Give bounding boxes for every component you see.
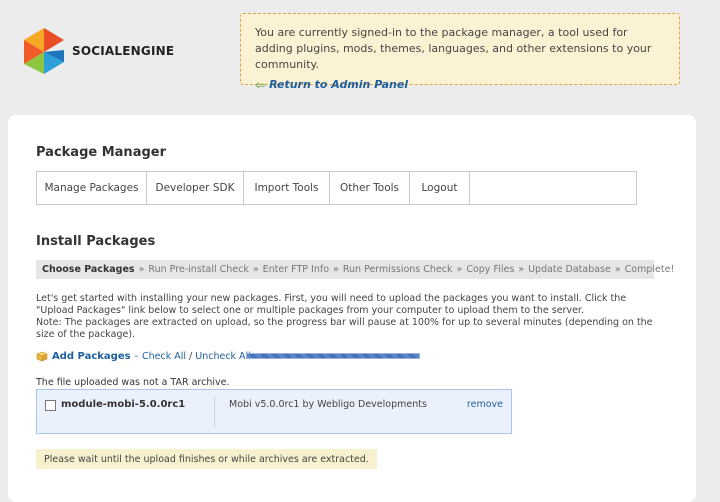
- tab-logout[interactable]: Logout: [410, 172, 470, 204]
- uncheck-all-link[interactable]: Uncheck All: [195, 351, 251, 362]
- package-manager-nav: Manage Packages Developer SDK Import Too…: [36, 171, 637, 205]
- page-title: Package Manager: [36, 145, 166, 160]
- step-choose-packages: Choose Packages: [42, 264, 135, 275]
- package-description: Mobi v5.0.0rc1 by Webligo Developments: [229, 399, 427, 410]
- intro-line-1: Let's get started with installing your n…: [36, 293, 627, 316]
- tab-developer-sdk[interactable]: Developer SDK: [147, 172, 244, 204]
- back-row: ⇦ Return to Admin Panel: [255, 77, 665, 93]
- package-actions: Add Packages - Check All / Uncheck All: [36, 351, 251, 362]
- return-to-admin-link[interactable]: Return to Admin Panel: [269, 77, 408, 93]
- intro-text: Let's get started with installing your n…: [36, 293, 661, 341]
- add-packages-link[interactable]: Add Packages: [52, 351, 131, 362]
- step-enter-ftp-info: Enter FTP Info: [262, 264, 330, 275]
- section-title: Install Packages: [36, 234, 156, 249]
- upload-wait-message: Please wait until the upload finishes or…: [36, 449, 377, 469]
- package-checkbox[interactable]: [45, 400, 56, 411]
- tab-import-tools[interactable]: Import Tools: [244, 172, 330, 204]
- notice-text: You are currently signed-in to the packa…: [255, 26, 652, 71]
- socialengine-logo-icon: [24, 28, 64, 74]
- back-arrow-icon: ⇦: [255, 78, 266, 92]
- intro-line-2: Note: The packages are extracted on uplo…: [36, 317, 653, 340]
- package-name: module-mobi-5.0.0rc1: [61, 399, 186, 410]
- row-divider: [214, 396, 215, 428]
- action-slash: /: [189, 351, 193, 362]
- step-copy-files: Copy Files: [466, 264, 515, 275]
- package-row: module-mobi-5.0.0rc1 Mobi v5.0.0rc1 by W…: [36, 389, 512, 434]
- upload-error-message: The file uploaded was not a TAR archive.: [36, 377, 230, 388]
- upload-progress-bar: [246, 353, 420, 359]
- step-permissions-check: Run Permissions Check: [342, 264, 453, 275]
- step-update-database: Update Database: [528, 264, 611, 275]
- brand-name: SOCIALENGINE: [72, 44, 175, 58]
- upload-progress-fill: [247, 354, 419, 358]
- action-dash: -: [134, 351, 139, 362]
- check-all-link[interactable]: Check All: [142, 351, 186, 362]
- brand-logo: SOCIALENGINE: [22, 26, 174, 76]
- remove-package-link[interactable]: remove: [467, 399, 503, 410]
- step-complete: Complete!: [624, 264, 675, 275]
- tab-manage-packages[interactable]: Manage Packages: [37, 172, 147, 204]
- tab-other-tools[interactable]: Other Tools: [330, 172, 410, 204]
- signed-in-notice: You are currently signed-in to the packa…: [240, 13, 680, 92]
- main-panel: Package Manager Manage Packages Develope…: [8, 115, 696, 502]
- step-pre-install-check: Run Pre-install Check: [148, 264, 249, 275]
- package-box-icon: [36, 351, 48, 362]
- install-steps: Choose Packages » Run Pre-install Check …: [36, 260, 674, 279]
